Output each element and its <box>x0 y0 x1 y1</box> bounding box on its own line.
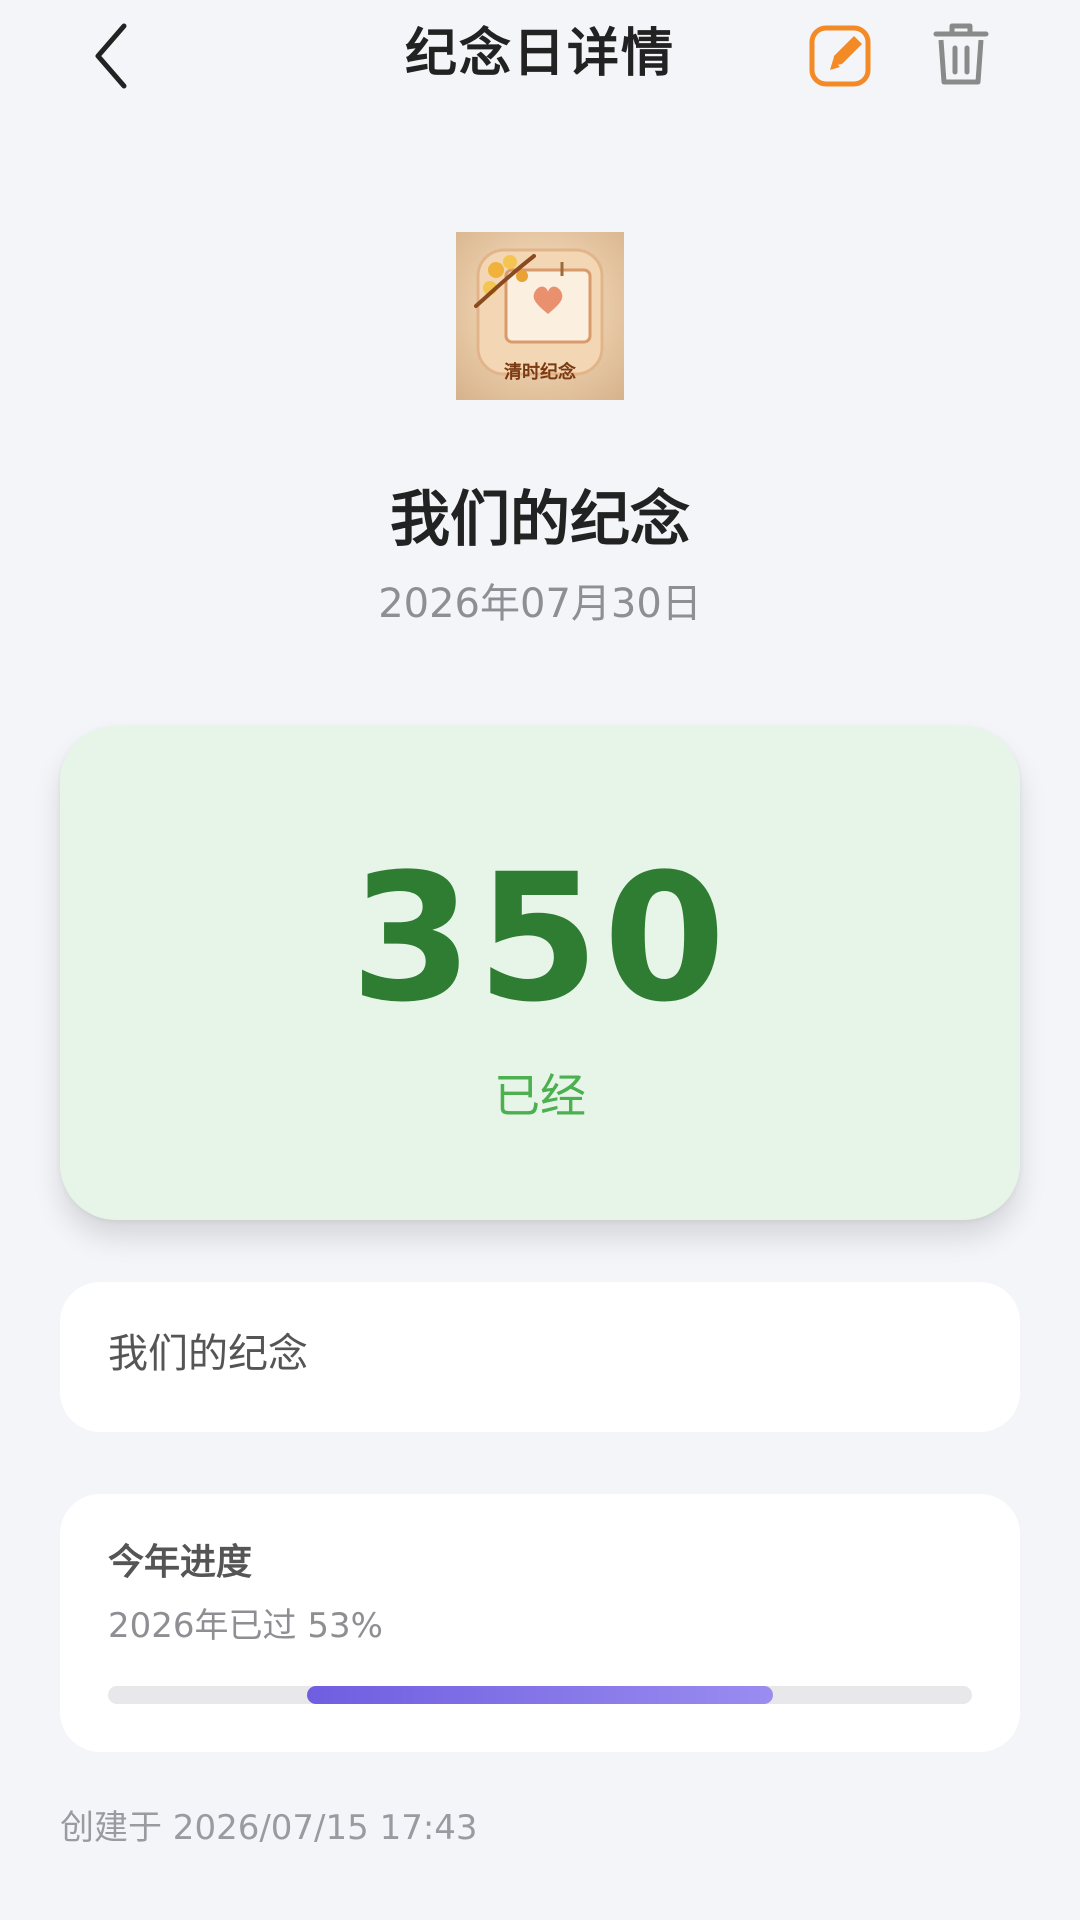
event-title: 我们的纪念 <box>390 485 690 555</box>
event-image: 清时纪念 <box>456 232 624 400</box>
edit-button[interactable] <box>808 22 874 88</box>
day-count: 350 <box>350 836 730 1041</box>
event-date: 2026年07月30日 <box>378 581 702 627</box>
back-button[interactable] <box>80 16 150 96</box>
image-caption: 清时纪念 <box>504 362 576 383</box>
day-count-card: 350 已经 <box>60 726 1020 1220</box>
page-title: 纪念日详情 <box>404 24 675 84</box>
top-bar: 纪念日详情 <box>0 0 1080 110</box>
year-progress-card: 今年进度 2026年已过 53% <box>60 1494 1020 1752</box>
progress-description: 2026年已过 53% <box>108 1606 383 1646</box>
note-card: 我们的纪念 <box>60 1282 1020 1432</box>
progress-fill <box>306 1686 774 1704</box>
note-text: 我们的纪念 <box>108 1331 308 1377</box>
progress-track <box>108 1686 972 1704</box>
chevron-left-icon <box>95 23 127 89</box>
created-timestamp: 创建于 2026/07/15 17:43 <box>60 1808 478 1848</box>
delete-button[interactable] <box>930 20 992 88</box>
progress-title: 今年进度 <box>108 1542 253 1583</box>
trash-icon <box>933 23 989 85</box>
count-status: 已经 <box>494 1069 586 1123</box>
edit-icon <box>809 25 871 87</box>
